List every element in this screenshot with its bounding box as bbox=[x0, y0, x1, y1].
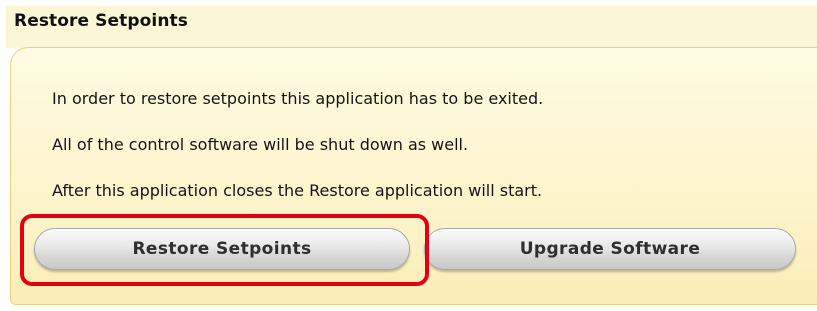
message-line-restore-start: After this application closes the Restor… bbox=[52, 181, 543, 200]
upgrade-software-button[interactable]: Upgrade Software bbox=[424, 228, 796, 270]
message-line-shutdown: All of the control software will be shut… bbox=[52, 135, 469, 154]
message-line-exit: In order to restore setpoints this appli… bbox=[52, 89, 544, 108]
restore-setpoints-button[interactable]: Restore Setpoints bbox=[34, 228, 410, 270]
panel-title: Restore Setpoints bbox=[14, 11, 188, 31]
